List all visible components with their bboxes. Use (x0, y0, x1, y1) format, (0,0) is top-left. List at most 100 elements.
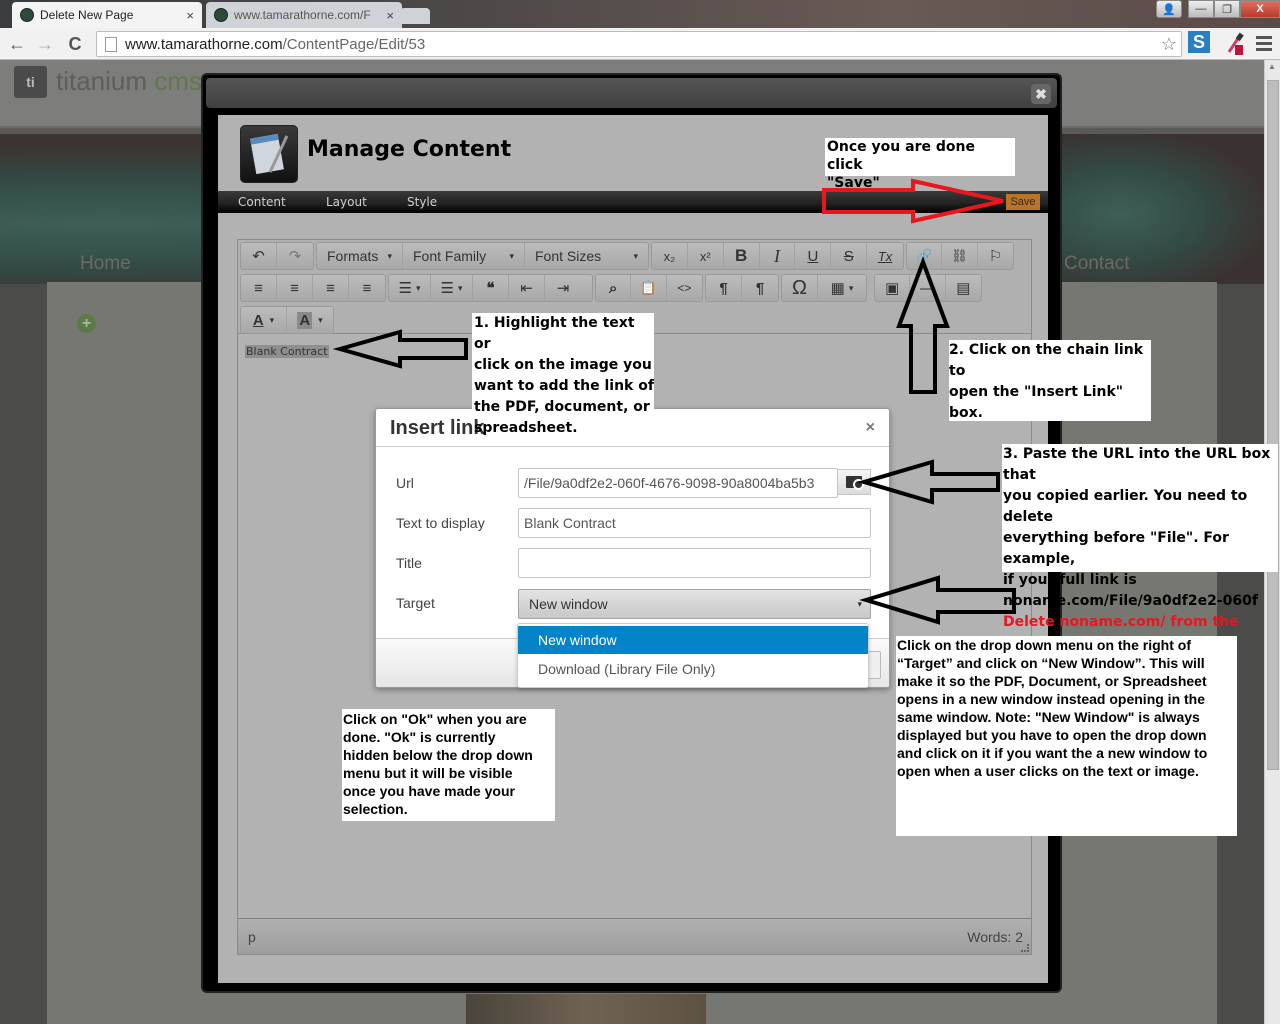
text-color-icon[interactable]: A ▾ (241, 307, 287, 333)
target-select-value: New window (529, 596, 608, 612)
font-sizes-label: Font Sizes (535, 248, 602, 264)
add-content-icon[interactable]: + (77, 314, 96, 333)
bullet-list-icon[interactable]: ☰ ▾ (389, 275, 431, 301)
justify-icon[interactable]: ≡ (349, 275, 385, 301)
rtl-paragraph-icon[interactable]: ¶ (742, 275, 778, 301)
caret-down-icon: ▾ (457, 282, 463, 293)
align-center-icon[interactable]: ≡ (277, 275, 313, 301)
template-icon[interactable]: ▤ (946, 275, 981, 301)
caret-down-icon: ▾ (509, 250, 514, 261)
scroll-up-arrow-icon[interactable]: ▲ (1268, 62, 1276, 71)
url-path: /ContentPage/Edit/53 (282, 35, 426, 53)
undo-icon[interactable]: ↶ (241, 243, 277, 269)
bookmark-star-icon[interactable]: ☆ (1161, 34, 1177, 55)
bookmark-anchor-icon[interactable]: ⚐ (978, 243, 1013, 269)
underline-icon[interactable]: U (795, 243, 832, 269)
align-right-icon[interactable]: ≡ (313, 275, 349, 301)
selected-text[interactable]: Blank Contract (245, 345, 329, 358)
tab-tamarathorne-file[interactable]: www.tamarathorne.com/F × (206, 2, 402, 28)
align-left-icon[interactable]: ≡ (241, 275, 277, 301)
source-code-icon[interactable]: <> (667, 275, 702, 301)
forward-arrow-icon[interactable]: → (34, 34, 56, 55)
reload-icon[interactable]: C (64, 34, 86, 55)
target-label: Target (396, 595, 435, 611)
address-bar[interactable]: www.tamarathorne.com/ContentPage/Edit/53… (96, 31, 1182, 57)
caret-down-icon: ▾ (269, 314, 275, 325)
ltr-paragraph-icon[interactable]: ¶ (706, 275, 742, 301)
word-count: Words: 2 (967, 929, 1023, 945)
special-character-omega-icon[interactable]: Ω (782, 275, 818, 301)
user-profile-icon[interactable]: 👤 (1156, 0, 1182, 18)
site-nav-home[interactable]: Home (80, 253, 131, 275)
save-button[interactable]: Save (1006, 194, 1040, 210)
minimize-button[interactable]: — (1188, 0, 1214, 18)
paste-as-text-icon[interactable]: 📋 (631, 275, 667, 301)
url-input[interactable]: /File/9a0df2e2-060f-4676-9098-90a8004ba5… (518, 468, 838, 498)
browse-files-button[interactable] (837, 469, 871, 495)
table-icon[interactable]: ▦ ▾ (818, 275, 866, 301)
caret-down-icon: ▾ (387, 250, 392, 261)
unlink-icon[interactable]: ⛓ (942, 243, 978, 269)
redo-icon[interactable]: ↷ (277, 243, 313, 269)
dialog-close-icon[interactable]: × (866, 419, 875, 437)
indent-icon[interactable]: ⇥ (545, 275, 581, 301)
bold-icon[interactable]: B (724, 243, 760, 269)
list-group: ☰ ▾ ☰ ▾ ❝ ⇤ ⇥ (388, 274, 593, 302)
tab-layout[interactable]: Layout (326, 195, 367, 209)
resize-grip-icon[interactable] (1021, 944, 1029, 952)
window-close-button[interactable]: X (1240, 0, 1280, 18)
insert-link-chain-icon[interactable]: 🔗 (907, 243, 943, 269)
element-path[interactable]: p (248, 929, 256, 945)
tab-content[interactable]: Content (238, 195, 286, 209)
modal-titlebar: ✖ (206, 78, 1057, 108)
back-arrow-icon[interactable]: ← (6, 34, 28, 55)
new-tab-button[interactable] (400, 8, 430, 24)
manage-content-tabs: Content Layout Style Save (218, 191, 1048, 213)
scroll-thumb[interactable] (1267, 80, 1279, 770)
page-icon (105, 36, 117, 52)
extension-s-icon[interactable]: S (1188, 31, 1210, 53)
subscript-icon[interactable]: x₂ (652, 243, 688, 269)
target-select[interactable]: New window ▾ (518, 589, 871, 619)
horizontal-rule-icon[interactable]: — (910, 275, 946, 301)
caret-down-icon: ▾ (633, 250, 638, 261)
modal-close-button[interactable]: ✖ (1031, 84, 1051, 104)
cms-logo-text: titanium cms (56, 66, 202, 97)
find-binoculars-icon[interactable]: ⌕ (596, 275, 632, 301)
option-new-window[interactable]: New window (518, 626, 868, 654)
restore-button[interactable]: ❐ (1214, 0, 1240, 18)
annotation-ok: Click on "Ok" when you are done. "Ok" is… (342, 709, 555, 821)
manage-content-title: Manage Content (307, 137, 512, 162)
strikethrough-icon[interactable]: S (831, 243, 868, 269)
blockquote-icon[interactable]: ❝ (473, 275, 509, 301)
text-to-display-input[interactable]: Blank Contract (518, 508, 871, 538)
tab-title: Delete New Page (40, 8, 134, 22)
site-favicon-icon (20, 8, 34, 22)
outdent-icon[interactable]: ⇤ (509, 275, 545, 301)
site-favicon-icon (214, 8, 228, 22)
site-nav-contact[interactable]: Contact (1064, 253, 1129, 275)
url-label: Url (396, 475, 414, 491)
tab-delete-new-page[interactable]: Delete New Page × (12, 2, 202, 28)
formats-label: Formats (327, 248, 379, 264)
clear-formatting-icon[interactable]: Tx (867, 243, 903, 269)
tab-close-icon[interactable]: × (386, 8, 394, 23)
title-input[interactable] (518, 548, 871, 578)
tab-close-icon[interactable]: × (186, 8, 194, 23)
caret-down-icon: ▾ (415, 282, 421, 293)
font-family-dropdown[interactable]: Font Family ▾ (403, 243, 525, 269)
italic-icon[interactable]: I (760, 243, 796, 269)
font-sizes-dropdown[interactable]: Font Sizes ▾ (525, 243, 648, 269)
tab-style[interactable]: Style (407, 195, 437, 209)
insert-group: Ω ▦ ▾ (781, 274, 867, 302)
superscript-icon[interactable]: x² (688, 243, 724, 269)
text-to-display-label: Text to display (396, 515, 485, 531)
background-color-icon[interactable]: A ▾ (287, 307, 333, 333)
annotation-step-3: 3. Paste the URL into the URL box that y… (1002, 444, 1278, 651)
eyedropper-extension-icon[interactable] (1226, 32, 1244, 56)
insert-image-icon[interactable]: ▣ (875, 275, 911, 301)
chrome-menu-icon[interactable] (1256, 33, 1272, 54)
formats-dropdown[interactable]: Formats ▾ (317, 243, 403, 269)
numbered-list-icon[interactable]: ☰ ▾ (431, 275, 473, 301)
option-download-library-file[interactable]: Download (Library File Only) (518, 655, 868, 683)
